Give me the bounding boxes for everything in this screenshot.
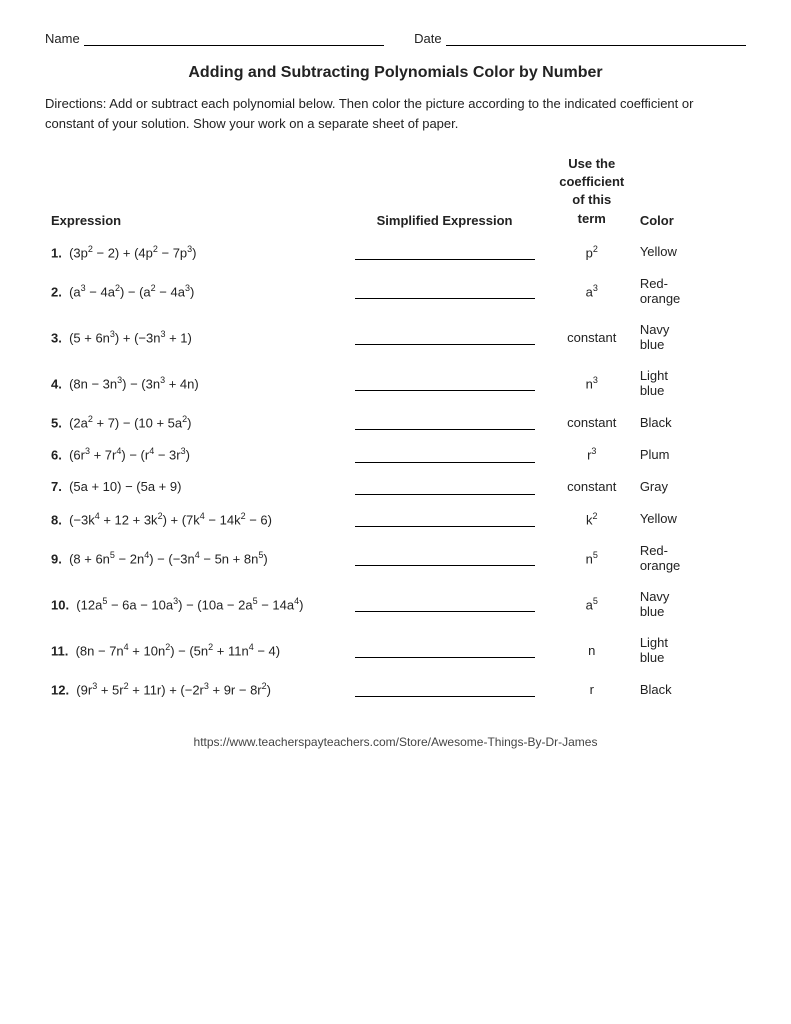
table-row: 2. (a3 − 4a2) − (a2 − 4a3) a3Red-orange [45,268,746,314]
expression-cell: 9. (8 + 6n5 − 2n4) − (−3n4 − 5n + 8n5) [45,535,339,581]
simplified-cell [339,438,549,470]
date-label: Date [414,31,441,46]
term-cell: n5 [550,535,634,581]
color-cell: Black [634,673,746,705]
header-color: Color [634,151,746,236]
color-cell: Lightblue [634,627,746,673]
expression-cell: 12. (9r3 + 5r2 + 11r) + (−2r3 + 9r − 8r2… [45,673,339,705]
footer-url: https://www.teacherspayteachers.com/Stor… [45,735,746,749]
color-cell: Lightblue [634,360,746,406]
answer-line[interactable] [355,642,535,658]
table-row: 5. (2a2 + 7) − (10 + 5a2) constantBlack [45,406,746,438]
table-row: 12. (9r3 + 5r2 + 11r) + (−2r3 + 9r − 8r2… [45,673,746,705]
simplified-cell [339,503,549,535]
directions-text: Directions: Add or subtract each polynom… [45,94,746,133]
term-cell: constant [550,314,634,360]
worksheet-table: Expression Simplified Expression Use the… [45,151,746,705]
answer-line[interactable] [355,479,535,495]
answer-line[interactable] [355,329,535,345]
header-simplified: Simplified Expression [339,151,549,236]
simplified-cell [339,471,549,503]
answer-line[interactable] [355,596,535,612]
table-row: 11. (8n − 7n4 + 10n2) − (5n2 + 11n4 − 4)… [45,627,746,673]
color-cell: Black [634,406,746,438]
header-expression: Expression [45,151,339,236]
answer-line[interactable] [355,550,535,566]
color-cell: Red-orange [634,535,746,581]
term-cell: constant [550,471,634,503]
term-cell: k2 [550,503,634,535]
table-row: 6. (6r3 + 7r4) − (r4 − 3r3) r3Plum [45,438,746,470]
simplified-cell [339,535,549,581]
expression-cell: 8. (−3k4 + 12 + 3k2) + (7k4 − 14k2 − 6) [45,503,339,535]
table-row: 9. (8 + 6n5 − 2n4) − (−3n4 − 5n + 8n5) n… [45,535,746,581]
expression-cell: 3. (5 + 6n3) + (−3n3 + 1) [45,314,339,360]
term-cell: a3 [550,268,634,314]
color-cell: Navyblue [634,581,746,627]
simplified-cell [339,673,549,705]
simplified-cell [339,314,549,360]
answer-line[interactable] [355,681,535,697]
table-row: 3. (5 + 6n3) + (−3n3 + 1) constantNavybl… [45,314,746,360]
term-cell: n3 [550,360,634,406]
color-cell: Gray [634,471,746,503]
answer-line[interactable] [355,375,535,391]
answer-line[interactable] [355,511,535,527]
simplified-cell [339,406,549,438]
term-cell: constant [550,406,634,438]
header-use-coefficient: Use thecoefficientof thisterm [550,151,634,236]
expression-cell: 10. (12a5 − 6a − 10a3) − (10a − 2a5 − 14… [45,581,339,627]
term-cell: p2 [550,236,634,268]
name-line [84,30,384,46]
answer-line[interactable] [355,447,535,463]
expression-cell: 2. (a3 − 4a2) − (a2 − 4a3) [45,268,339,314]
simplified-cell [339,360,549,406]
expression-cell: 5. (2a2 + 7) − (10 + 5a2) [45,406,339,438]
table-row: 10. (12a5 − 6a − 10a3) − (10a − 2a5 − 14… [45,581,746,627]
expression-cell: 11. (8n − 7n4 + 10n2) − (5n2 + 11n4 − 4) [45,627,339,673]
date-line [446,30,746,46]
simplified-cell [339,581,549,627]
expression-cell: 4. (8n − 3n3) − (3n3 + 4n) [45,360,339,406]
page-title: Adding and Subtracting Polynomials Color… [45,64,746,82]
expression-cell: 7. (5a + 10) − (5a + 9) [45,471,339,503]
term-cell: a5 [550,581,634,627]
simplified-cell [339,236,549,268]
term-cell: r3 [550,438,634,470]
table-row: 4. (8n − 3n3) − (3n3 + 4n) n3Lightblue [45,360,746,406]
answer-line[interactable] [355,414,535,430]
answer-line[interactable] [355,244,535,260]
color-cell: Navyblue [634,314,746,360]
simplified-cell [339,268,549,314]
color-cell: Yellow [634,236,746,268]
name-label: Name [45,31,80,46]
table-row: 1. (3p2 − 2) + (4p2 − 7p3) p2Yellow [45,236,746,268]
table-row: 8. (−3k4 + 12 + 3k2) + (7k4 − 14k2 − 6) … [45,503,746,535]
expression-cell: 1. (3p2 − 2) + (4p2 − 7p3) [45,236,339,268]
table-row: 7. (5a + 10) − (5a + 9) constantGray [45,471,746,503]
expression-cell: 6. (6r3 + 7r4) − (r4 − 3r3) [45,438,339,470]
simplified-cell [339,627,549,673]
term-cell: n [550,627,634,673]
term-cell: r [550,673,634,705]
name-date-row: Name Date [45,30,746,46]
color-cell: Red-orange [634,268,746,314]
color-cell: Plum [634,438,746,470]
answer-line[interactable] [355,283,535,299]
color-cell: Yellow [634,503,746,535]
